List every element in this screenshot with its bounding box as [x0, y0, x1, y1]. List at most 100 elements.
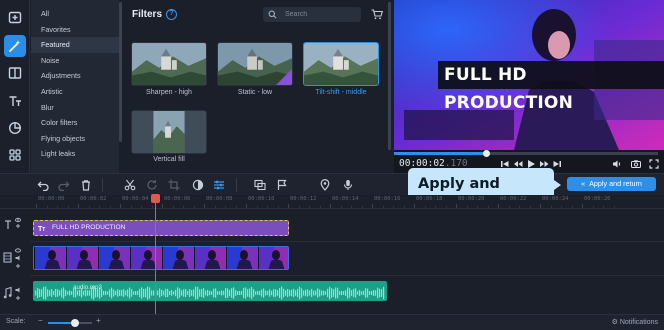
stickers-button[interactable]	[4, 117, 26, 139]
scrubber-handle[interactable]	[483, 150, 491, 157]
ruler-minor-tick	[445, 206, 447, 208]
filters-scrollbar[interactable]	[388, 2, 391, 150]
video-clip[interactable]	[33, 246, 289, 270]
waveform-bar	[301, 288, 303, 298]
waveform-bar	[123, 289, 125, 297]
waveform-bar	[167, 288, 169, 298]
waveform-bar	[163, 290, 165, 296]
filter-thumbnail[interactable]	[131, 110, 207, 154]
category-item[interactable]: Noise	[31, 53, 119, 69]
crop-button[interactable]	[168, 179, 180, 191]
title-clip[interactable]: TT FULL HD PRODUCTION	[33, 220, 289, 236]
search-field[interactable]	[263, 7, 361, 22]
playhead-line[interactable]	[155, 196, 156, 314]
next-frame-button[interactable]	[552, 159, 562, 169]
video-preview[interactable]: FULL HD PRODUCTION	[394, 0, 664, 150]
filter-thumbnail-selected[interactable]	[303, 42, 379, 86]
transitions-button[interactable]	[4, 62, 26, 84]
filters-button[interactable]	[4, 35, 26, 57]
waveform-bar	[129, 287, 131, 299]
clip-properties-button[interactable]	[213, 179, 225, 191]
filter-thumbnail[interactable]	[217, 42, 293, 86]
waveform-bar	[285, 290, 287, 296]
delete-button[interactable]	[80, 179, 92, 191]
split-button[interactable]	[124, 179, 136, 191]
category-item[interactable]: Blur	[31, 100, 119, 116]
film-frame	[98, 247, 130, 269]
waveform-bar	[351, 290, 353, 296]
ruler-time-label: 00:00:14	[332, 196, 359, 202]
ruler-time-label: 00:00:00	[38, 196, 65, 202]
redo-button[interactable]	[58, 179, 70, 191]
filter-thumbnail[interactable]	[131, 42, 207, 86]
ruler-minor-tick	[361, 206, 363, 208]
waveform-bar	[219, 291, 221, 295]
overlay-button[interactable]	[254, 179, 266, 191]
film-frame	[226, 247, 258, 269]
category-item[interactable]: Flying objects	[31, 131, 119, 147]
waveform-bar	[125, 290, 127, 296]
waveform-bar	[337, 287, 339, 299]
rotate-icon	[147, 180, 157, 190]
waveform-bar	[357, 291, 359, 295]
category-item[interactable]: All	[31, 6, 119, 22]
apply-and-return-button[interactable]: « Apply and return	[567, 177, 656, 191]
waveform-bar	[267, 290, 269, 296]
ruler-tick	[330, 204, 331, 208]
waveform-bar	[193, 289, 195, 297]
timeline-ruler[interactable]: 00:00:00 00:00:02 00:00:04 00:00:06 00:00:08…	[0, 195, 664, 209]
titles-button[interactable]	[4, 90, 26, 112]
category-item[interactable]: Artistic	[31, 84, 119, 100]
waveform-bar	[313, 290, 315, 296]
waveform-bar	[311, 288, 313, 298]
audio-clip[interactable]: audio.mp3	[33, 281, 387, 301]
category-item[interactable]: Favorites	[31, 22, 119, 38]
notifications-button[interactable]: ⚙ Notifications	[612, 318, 658, 326]
waveform-bar	[179, 288, 181, 298]
playhead-handle[interactable]	[151, 194, 160, 203]
volume-button[interactable]	[612, 159, 622, 169]
zoom-slider[interactable]	[48, 319, 92, 327]
waveform-bar	[121, 289, 123, 297]
import-button[interactable]	[4, 6, 26, 28]
category-item[interactable]: Adjustments	[31, 68, 119, 84]
zoom-out-button[interactable]: −	[38, 316, 43, 325]
fullscreen-button[interactable]	[649, 159, 659, 169]
cart-icon[interactable]	[371, 9, 383, 20]
waveform-bar	[383, 286, 385, 300]
playback-scrubber[interactable]	[394, 150, 658, 157]
undo-button[interactable]	[37, 179, 49, 191]
rotate-button[interactable]	[146, 179, 158, 191]
category-item[interactable]: Color filters	[31, 115, 119, 131]
marker-button[interactable]	[276, 179, 288, 191]
more-tools-button[interactable]	[4, 144, 26, 166]
ruler-tick	[456, 204, 457, 208]
search-input[interactable]	[285, 7, 355, 22]
waveform-bar	[355, 288, 357, 298]
snapshot-button[interactable]	[631, 159, 641, 169]
location-button[interactable]	[319, 179, 331, 191]
waveform-bar	[41, 289, 43, 297]
help-icon[interactable]: ?	[166, 9, 177, 20]
toolbar-divider	[102, 178, 103, 192]
waveform-bar	[53, 290, 55, 296]
waveform-bar	[367, 288, 369, 298]
filter-label: Static - low	[237, 89, 273, 96]
film-frame	[194, 247, 226, 269]
category-item[interactable]: Light leaks	[31, 146, 119, 162]
ruler-minor-tick	[550, 206, 552, 208]
record-voice-button[interactable]	[342, 179, 354, 191]
ruler-time-label: 00:00:02	[80, 196, 107, 202]
timeline-toolbar	[0, 173, 664, 195]
fullscreen-icon	[649, 159, 659, 169]
waveform-bar	[109, 289, 111, 297]
waveform-bar	[225, 287, 227, 299]
zoom-slider-handle[interactable]	[71, 319, 80, 327]
category-item-selected[interactable]: Featured	[31, 37, 119, 53]
color-adjust-button[interactable]	[192, 179, 204, 191]
zoom-in-button[interactable]: +	[96, 316, 101, 325]
waveform-bar	[181, 290, 183, 296]
stickers-icon	[8, 121, 22, 135]
ruler-minor-tick	[529, 206, 531, 208]
video-editor-window: All Favorites Featured Noise Adjustments…	[0, 0, 664, 330]
